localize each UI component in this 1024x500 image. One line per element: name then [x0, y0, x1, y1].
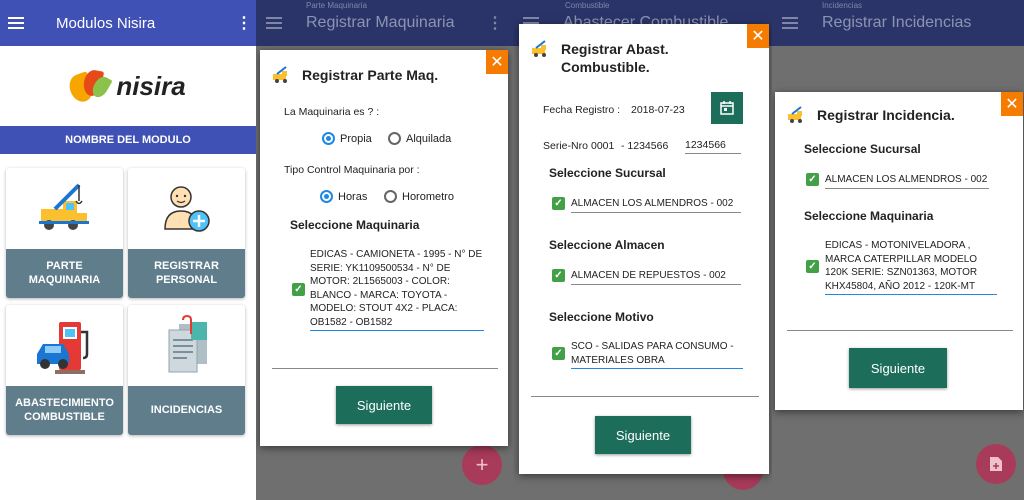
parte-maquinaria-screen: Parte Maquinaria Registrar Maquinaria ⋮ … [256, 0, 513, 500]
nro-value: - 1234566 [621, 140, 669, 152]
close-icon[interactable]: ✕ [1001, 92, 1023, 116]
dialog-title: Registrar Parte Maq. [272, 66, 438, 84]
radio-alquilada[interactable]: Alquilada [388, 132, 451, 145]
tile-label: REGISTRAR PERSONAL [128, 249, 245, 298]
add-document-fab [976, 444, 1016, 484]
registrar-incidencia-dialog: ✕ Registrar Incidencia. Seleccione Sucur… [775, 92, 1023, 410]
close-icon[interactable]: ✕ [486, 50, 508, 74]
almacen-checkbox[interactable]: ✓ [552, 269, 565, 282]
radio-horometro[interactable]: Horometro [384, 190, 454, 203]
tow-truck-icon [6, 168, 123, 249]
tile-abastecimiento-combustible[interactable]: ABASTECIMIENTO COMBUSTIBLE [6, 305, 123, 435]
sucursal-checkbox[interactable]: ✓ [806, 173, 819, 186]
truck-icon [273, 66, 287, 83]
motivo-field[interactable]: SCO - SALIDAS PARA CONSUMO - MATERIALES … [571, 340, 743, 369]
tile-registrar-personal[interactable]: REGISTRAR PERSONAL [128, 168, 245, 298]
registrar-incidencias-screen: Incidencias Registrar Incidencias ✕ Regi… [772, 0, 1024, 500]
nro-input[interactable]: 1234566 [685, 138, 741, 155]
tile-parte-maquinaria[interactable]: PARTE MAQUINARIA [6, 168, 123, 298]
calendar-button[interactable] [711, 92, 743, 124]
app-title: Modulos Nisira [56, 14, 156, 32]
dialog-title: Registrar Incidencia. [787, 106, 955, 124]
add-document-icon [990, 457, 1002, 471]
add-person-icon [128, 168, 245, 249]
fecha-value: 2018-07-23 [631, 104, 685, 116]
almacen-field[interactable]: ALMACEN DE REPUESTOS - 002 [571, 269, 741, 285]
more-options-icon: ⋮ [487, 15, 503, 32]
modules-screen: Modulos Nisira ⋮ nisira NOMBRE DEL MODUL… [0, 0, 256, 500]
dialog-title-text: Registrar Incidencia. [817, 107, 955, 123]
maquinaria-checkbox[interactable]: ✓ [292, 283, 305, 296]
radio-label: Alquilada [406, 132, 452, 145]
abastecer-combustible-screen: Combustible Abastecer Combustible ✕ Regi… [513, 0, 772, 500]
siguiente-button[interactable]: Siguiente [336, 386, 432, 424]
registrar-parte-dialog: ✕ Registrar Parte Maq. La Maquinaria es … [260, 50, 508, 446]
siguiente-button[interactable]: Siguiente [849, 348, 947, 388]
fecha-label: Fecha Registro : [543, 104, 621, 116]
close-icon[interactable]: ✕ [747, 24, 769, 48]
bg-subtitle: Combustible [565, 1, 610, 10]
tile-label: ABASTECIMIENTO COMBUSTIBLE [6, 386, 123, 435]
radio-label: Horometro [402, 190, 454, 203]
menu-icon [266, 17, 282, 29]
serie-value: 0001 [591, 140, 615, 152]
truck-icon [532, 40, 546, 57]
sucursal-label: Seleccione Sucursal [549, 166, 666, 180]
radio-label: Horas [338, 190, 368, 203]
motivo-checkbox[interactable]: ✓ [552, 347, 565, 360]
radio-label: Propia [340, 132, 372, 145]
maquinaria-field[interactable]: EDICAS - MOTONIVELADORA , MARCA CATERPIL… [825, 239, 997, 295]
tile-label: PARTE MAQUINARIA [6, 249, 123, 298]
sucursal-field[interactable]: ALMACEN LOS ALMENDROS - 002 [825, 173, 989, 189]
bg-title: Registrar Incidencias [822, 14, 972, 31]
menu-icon [782, 17, 798, 29]
background-app-bar: Parte Maquinaria Registrar Maquinaria ⋮ [256, 0, 513, 46]
divider [787, 330, 1013, 331]
sucursal-label: Seleccione Sucursal [804, 142, 921, 156]
truck-icon [788, 106, 802, 123]
dialog-title: Registrar Abast. Combustible. [531, 40, 669, 76]
fuel-pump-icon [6, 305, 123, 386]
bg-subtitle: Incidencias [822, 1, 863, 10]
calendar-icon [720, 101, 734, 115]
maquinaria-label: Seleccione Maquinaria [804, 209, 934, 223]
sucursal-field[interactable]: ALMACEN LOS ALMENDROS - 002 [571, 197, 741, 213]
sucursal-checkbox[interactable]: ✓ [552, 197, 565, 210]
divider [272, 368, 498, 369]
maquinaria-field[interactable]: EDICAS - CAMIONETA - 1995 - N° DE SERIE:… [310, 248, 484, 331]
tipo-control-label: Tipo Control Maquinaria por : [284, 164, 420, 176]
background-app-bar: Incidencias Registrar Incidencias [772, 0, 1024, 46]
radio-propia[interactable]: Propia [322, 132, 372, 145]
add-fab: + [462, 445, 502, 485]
clipboard-icon [128, 305, 245, 386]
maquinaria-es-label: La Maquinaria es ? : [284, 106, 380, 118]
tile-label: INCIDENCIAS [128, 386, 245, 435]
module-header: NOMBRE DEL MODULO [0, 126, 256, 154]
seleccione-maquinaria-label: Seleccione Maquinaria [290, 218, 420, 232]
app-bar: Modulos Nisira ⋮ [0, 0, 256, 46]
dialog-title-line2: Combustible. [561, 59, 650, 76]
motivo-label: Seleccione Motivo [549, 310, 654, 324]
logo-text: nisira [116, 70, 186, 101]
radio-horas[interactable]: Horas [320, 190, 367, 203]
bg-title: Registrar Maquinaria [306, 14, 455, 31]
tile-incidencias[interactable]: INCIDENCIAS [128, 305, 245, 435]
almacen-label: Seleccione Almacen [549, 238, 665, 252]
siguiente-button[interactable]: Siguiente [595, 416, 691, 454]
registrar-abast-dialog: ✕ Registrar Abast. Combustible. Fecha Reg… [519, 24, 769, 474]
menu-icon[interactable] [8, 17, 24, 29]
logo: nisira [0, 46, 256, 126]
divider [531, 396, 759, 397]
dialog-title-line1: Registrar Abast. [561, 41, 669, 57]
logo-mark-icon [66, 68, 113, 105]
dialog-title-text: Registrar Parte Maq. [302, 67, 439, 83]
bg-subtitle: Parte Maquinaria [306, 1, 367, 10]
maquinaria-checkbox[interactable]: ✓ [806, 260, 819, 273]
serie-label: Serie-Nro [543, 140, 588, 152]
more-options-icon[interactable]: ⋮ [236, 13, 252, 33]
